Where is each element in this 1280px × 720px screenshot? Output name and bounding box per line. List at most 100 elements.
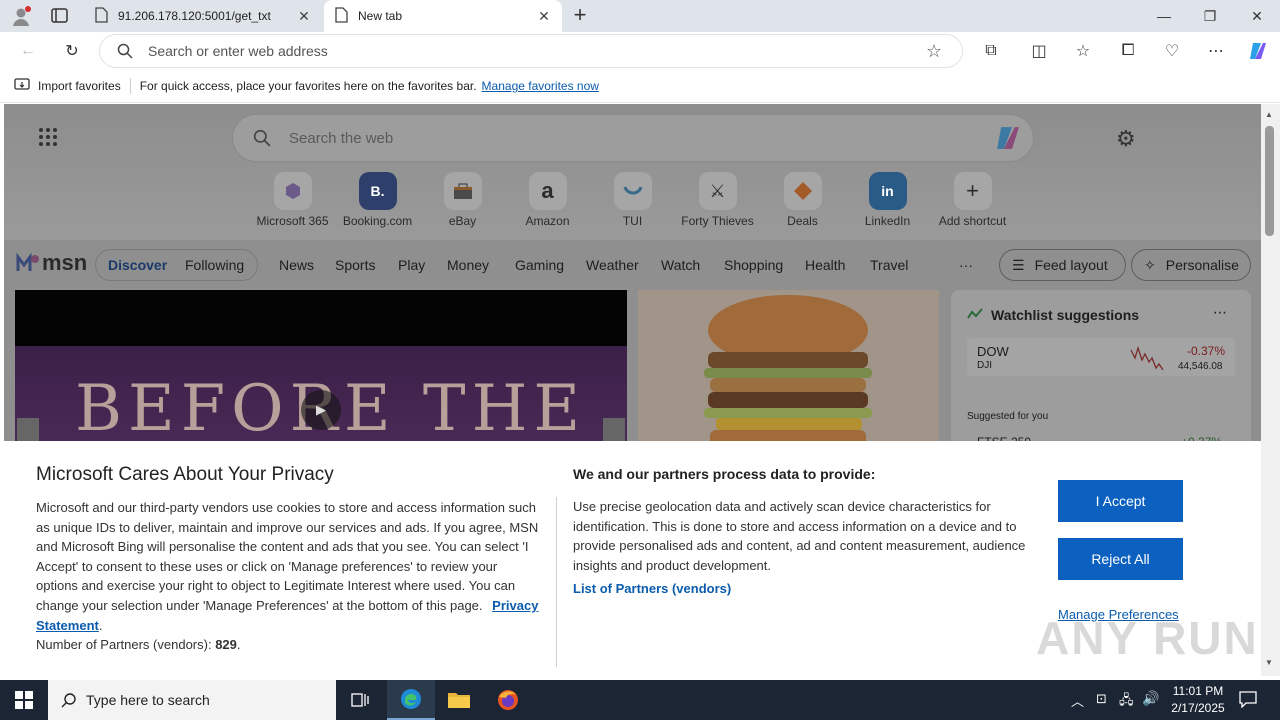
shortcut-microsoft-365[interactable]: Microsoft 365 (250, 172, 335, 228)
tab-actions-icon[interactable] (50, 7, 70, 25)
feed-layout-label: Feed layout (1034, 257, 1108, 273)
video-card[interactable]: BEFORE THE BELL ▶ (15, 290, 627, 450)
msn-logo-text: msn (42, 250, 88, 275)
list-of-partners-link[interactable]: List of Partners (vendors) (573, 579, 731, 599)
accept-button[interactable]: I Accept (1058, 480, 1183, 522)
shortcut-label: Amazon (525, 214, 570, 228)
browser-essentials-icon[interactable]: ♡ (1157, 36, 1187, 66)
manage-favorites-link[interactable]: Manage favorites now (482, 79, 599, 93)
copilot-icon[interactable] (993, 123, 1023, 157)
shortcut-add[interactable]: + Add shortcut (930, 172, 1015, 228)
settings-gear-icon[interactable]: ⚙ (1116, 126, 1136, 152)
tab-discover[interactable]: Discover (108, 257, 167, 273)
copilot-icon[interactable] (1243, 36, 1273, 66)
consent-body-text: Microsoft and our third-party vendors us… (36, 500, 539, 613)
stock-symbol: DOW (977, 344, 1009, 359)
profile-icon[interactable] (10, 5, 32, 27)
import-favorites-icon[interactable] (14, 77, 30, 95)
stock-name: DJI (977, 360, 992, 371)
shortcut-label: Microsoft 365 (256, 214, 329, 228)
more-menu-icon[interactable]: ⋯ (1201, 36, 1231, 66)
video-title: BEFORE THE BELL (75, 372, 587, 450)
firefox-icon[interactable] (484, 680, 532, 720)
tab-following[interactable]: Following (185, 257, 244, 273)
extensions-icon[interactable]: ⧉ (976, 36, 1006, 66)
reject-all-button[interactable]: Reject All (1058, 538, 1183, 580)
booking-icon: B. (358, 172, 397, 210)
tab-new-tab[interactable]: New tab ✕ (324, 0, 562, 32)
news-card-image[interactable] (638, 290, 939, 450)
nav-gaming[interactable]: Gaming (515, 257, 564, 273)
personalise-button[interactable]: ✧ Personalise (1131, 249, 1251, 281)
device-icon[interactable]: ⊡ (1096, 691, 1107, 707)
microsoft-365-icon (273, 172, 312, 210)
scrollbar-thumb[interactable] (1265, 126, 1274, 236)
show-hidden-icons[interactable]: ︿ (1071, 691, 1084, 710)
msn-logo[interactable]: msn (16, 250, 87, 276)
search-icon (117, 43, 133, 62)
favorite-star-icon[interactable]: ☆ (926, 41, 942, 62)
nav-weather[interactable]: Weather (586, 257, 639, 273)
amazon-icon: a (528, 172, 567, 210)
watchlist-more-icon[interactable]: ⋯ (1213, 304, 1227, 321)
nav-more-icon[interactable]: ··· (959, 257, 973, 273)
nav-health[interactable]: Health (805, 257, 845, 273)
shortcut-booking[interactable]: B. Booking.com (335, 172, 420, 228)
shortcut-forty-thieves[interactable]: ⚔ Forty Thieves (675, 172, 760, 228)
shortcut-linkedin[interactable]: in LinkedIn (845, 172, 930, 228)
personalise-label: Personalise (1165, 257, 1239, 273)
nav-news[interactable]: News (279, 257, 314, 273)
taskbar-clock[interactable]: 11:01 PM 2/17/2025 (1164, 683, 1232, 717)
close-tab-icon[interactable]: ✕ (296, 8, 312, 25)
windows-logo-icon (15, 691, 33, 709)
shortcut-deals[interactable]: Deals (760, 172, 845, 228)
split-screen-icon[interactable]: ◫ (1024, 36, 1054, 66)
taskbar-search[interactable]: Type here to search (48, 680, 336, 720)
network-icon[interactable]: 🖧 (1119, 691, 1134, 713)
watchlist-card: Watchlist suggestions ⋯ DOW DJI -0.37% 4… (951, 290, 1251, 450)
collections-icon[interactable]: ⧠ (1113, 36, 1143, 66)
watchlist-row[interactable]: DOW DJI -0.37% 44,546.08 (967, 338, 1235, 376)
shortcut-label: TUI (622, 214, 643, 228)
nav-play[interactable]: Play (398, 257, 425, 273)
tui-icon (613, 172, 652, 210)
shortcut-ebay[interactable]: eBay (420, 172, 505, 228)
shortcut-tui[interactable]: TUI (590, 172, 675, 228)
scroll-down-icon[interactable]: ▼ (1265, 658, 1273, 667)
nav-sports[interactable]: Sports (335, 257, 375, 273)
back-button[interactable]: ← (13, 36, 43, 66)
address-bar[interactable]: Search or enter web address ☆ (100, 35, 962, 67)
new-tab-button[interactable]: + (568, 4, 592, 28)
tab-get-txt[interactable]: 91.206.178.120:5001/get_txt ✕ (84, 0, 322, 32)
page-scrollbar[interactable]: ▲ ▼ (1261, 104, 1280, 676)
refresh-button[interactable]: ↻ (57, 36, 87, 66)
close-window-button[interactable]: ✕ (1234, 0, 1280, 32)
restore-button[interactable]: ❐ (1187, 0, 1233, 32)
partners-count: 829 (215, 637, 237, 653)
notifications-icon[interactable] (1238, 690, 1258, 709)
consent-title: Microsoft Cares About Your Privacy (36, 464, 334, 485)
close-tab-icon[interactable]: ✕ (536, 8, 552, 25)
import-favorites-link[interactable]: Import favorites (38, 79, 121, 93)
suggested-label: Suggested for you (967, 411, 1049, 422)
shortcut-amazon[interactable]: a Amazon (505, 172, 590, 228)
play-icon[interactable]: ▶ (301, 390, 341, 430)
favorites-icon[interactable]: ☆ (1068, 36, 1098, 66)
scroll-up-icon[interactable]: ▲ (1265, 110, 1273, 119)
browser-toolbar: ← ↻ Search or enter web address ☆ ⧉ ◫ ☆ … (0, 32, 1280, 70)
task-view-icon[interactable] (336, 680, 384, 720)
nav-watch[interactable]: Watch (661, 257, 700, 273)
edge-taskbar-icon[interactable] (387, 680, 435, 720)
apps-grid-icon[interactable] (38, 127, 58, 150)
nav-money[interactable]: Money (447, 257, 489, 273)
minimize-button[interactable]: — (1141, 0, 1187, 32)
nav-shopping[interactable]: Shopping (724, 257, 783, 273)
tab-label: New tab (358, 9, 403, 23)
file-explorer-icon[interactable] (435, 680, 483, 720)
consent-divider (556, 497, 557, 667)
volume-icon[interactable]: 🔊 (1142, 690, 1159, 707)
feed-layout-button[interactable]: ☰ Feed layout (999, 249, 1126, 281)
start-button[interactable] (0, 680, 48, 720)
web-search-box[interactable]: Search the web (233, 115, 1033, 161)
nav-travel[interactable]: Travel (870, 257, 908, 273)
